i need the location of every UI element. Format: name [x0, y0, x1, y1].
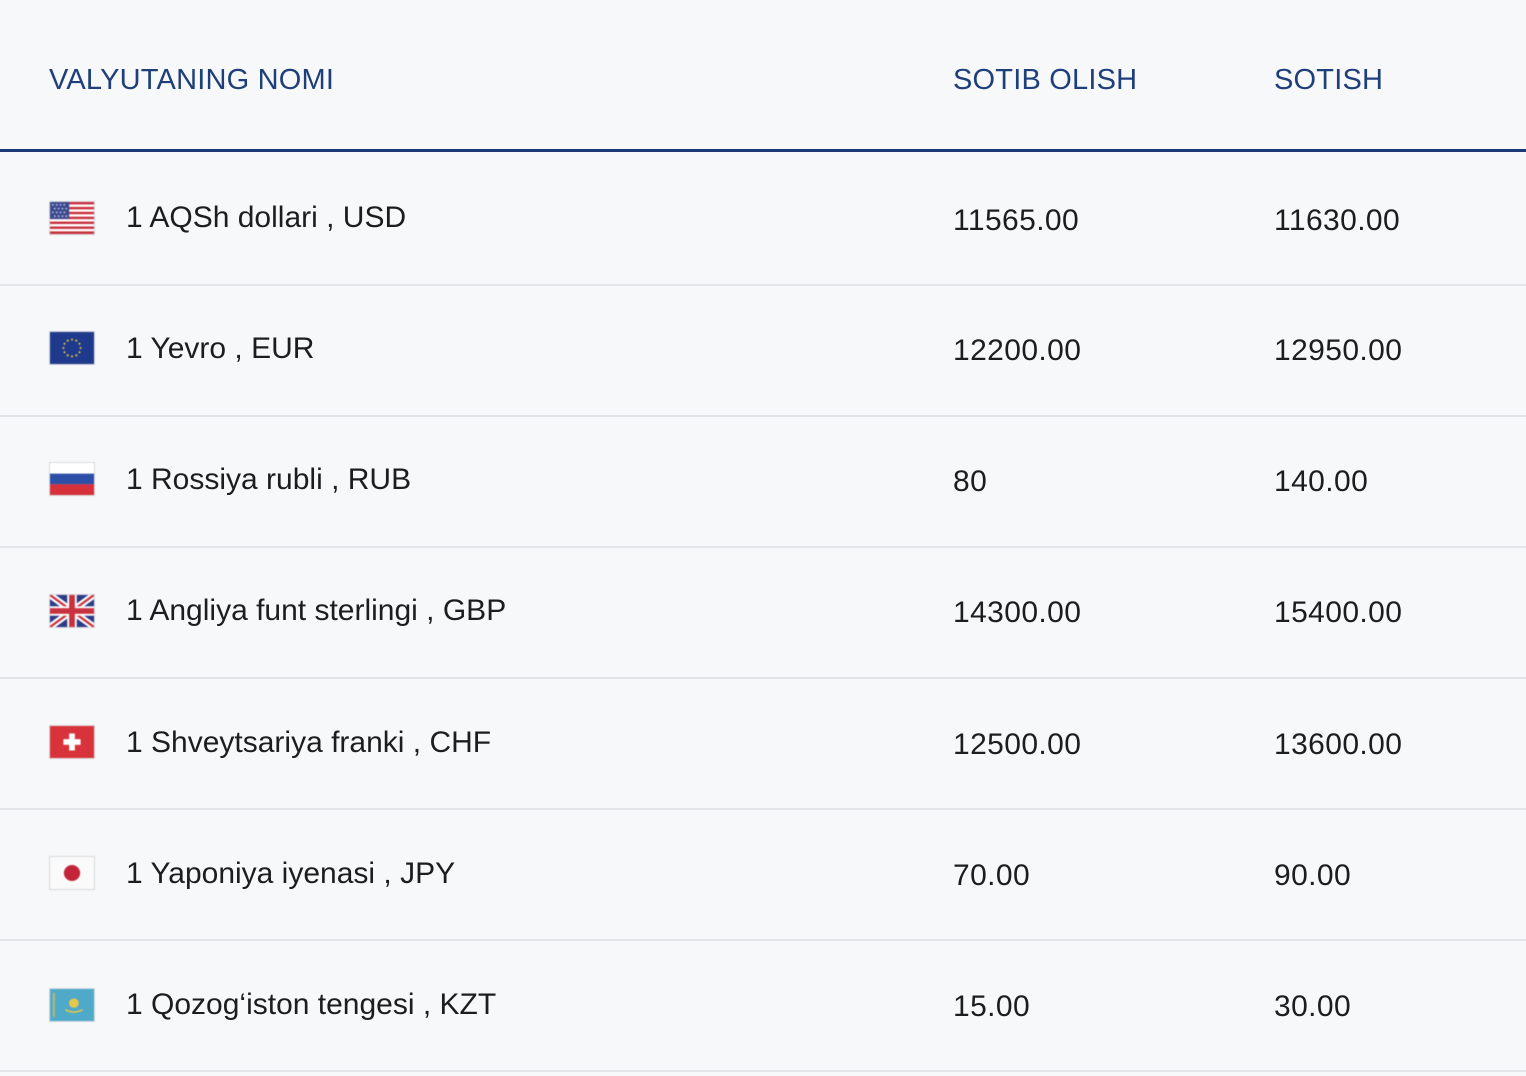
- header-buy: SOTIB OLISH: [953, 64, 1138, 96]
- table-row: 1 Yevro , EUR 12200.00 12950.00: [0, 286, 1526, 417]
- buy-rate: 15.00: [953, 990, 1031, 1023]
- currency-rates-table: VALYUTANING NOMI SOTIB OLISH SOTISH 1 AQ…: [0, 0, 1526, 1076]
- uk-flag-icon: [49, 594, 95, 628]
- buy-rate: 14300.00: [953, 596, 1082, 629]
- header-sell: SOTISH: [1274, 64, 1384, 96]
- sell-rate: 140.00: [1274, 465, 1369, 498]
- russia-flag-icon: [49, 462, 95, 496]
- kazakhstan-flag-icon: [49, 988, 95, 1022]
- currency-name: 1 Shveytsariya franki , CHF: [126, 726, 492, 759]
- currency-name: 1 Angliya funt sterlingi , GBP: [126, 594, 507, 627]
- sell-rate: 13600.00: [1274, 728, 1403, 761]
- table-header: VALYUTANING NOMI SOTIB OLISH SOTISH: [0, 0, 1526, 152]
- currency-name: 1 Rossiya rubli , RUB: [126, 463, 412, 496]
- currency-name: 1 Yaponiya iyenasi , JPY: [126, 857, 456, 890]
- table-row: 1 Shveytsariya franki , CHF 12500.00 136…: [0, 679, 1526, 810]
- table-row: 1 Yaponiya iyenasi , JPY 70.00 90.00: [0, 810, 1526, 941]
- table-row: 1 Qozog‘iston tengesi , KZT 15.00 30.00: [0, 941, 1526, 1072]
- japan-flag-icon: [49, 856, 95, 890]
- header-currency-name: VALYUTANING NOMI: [49, 64, 335, 96]
- buy-rate: 70.00: [953, 859, 1031, 892]
- buy-rate: 12500.00: [953, 728, 1082, 761]
- sell-rate: 11630.00: [1274, 204, 1401, 237]
- usa-flag-icon: [49, 201, 95, 235]
- buy-rate: 11565.00: [953, 204, 1080, 237]
- eu-flag-icon: [49, 331, 95, 365]
- sell-rate: 30.00: [1274, 990, 1352, 1023]
- table-row: 1 Angliya funt sterlingi , GBP 14300.00 …: [0, 548, 1526, 679]
- sell-rate: 15400.00: [1274, 596, 1403, 629]
- buy-rate: 12200.00: [953, 334, 1082, 367]
- buy-rate: 80: [953, 465, 988, 498]
- currency-name: 1 AQSh dollari , USD: [126, 201, 407, 234]
- table-row: 1 Rossiya rubli , RUB 80 140.00: [0, 417, 1526, 548]
- sell-rate: 12950.00: [1274, 334, 1403, 367]
- switzerland-flag-icon: [49, 725, 95, 759]
- table-row: 1 AQSh dollari , USD 11565.00 11630.00: [0, 155, 1526, 286]
- currency-name: 1 Yevro , EUR: [126, 332, 315, 365]
- currency-name: 1 Qozog‘iston tengesi , KZT: [126, 988, 497, 1021]
- sell-rate: 90.00: [1274, 859, 1352, 892]
